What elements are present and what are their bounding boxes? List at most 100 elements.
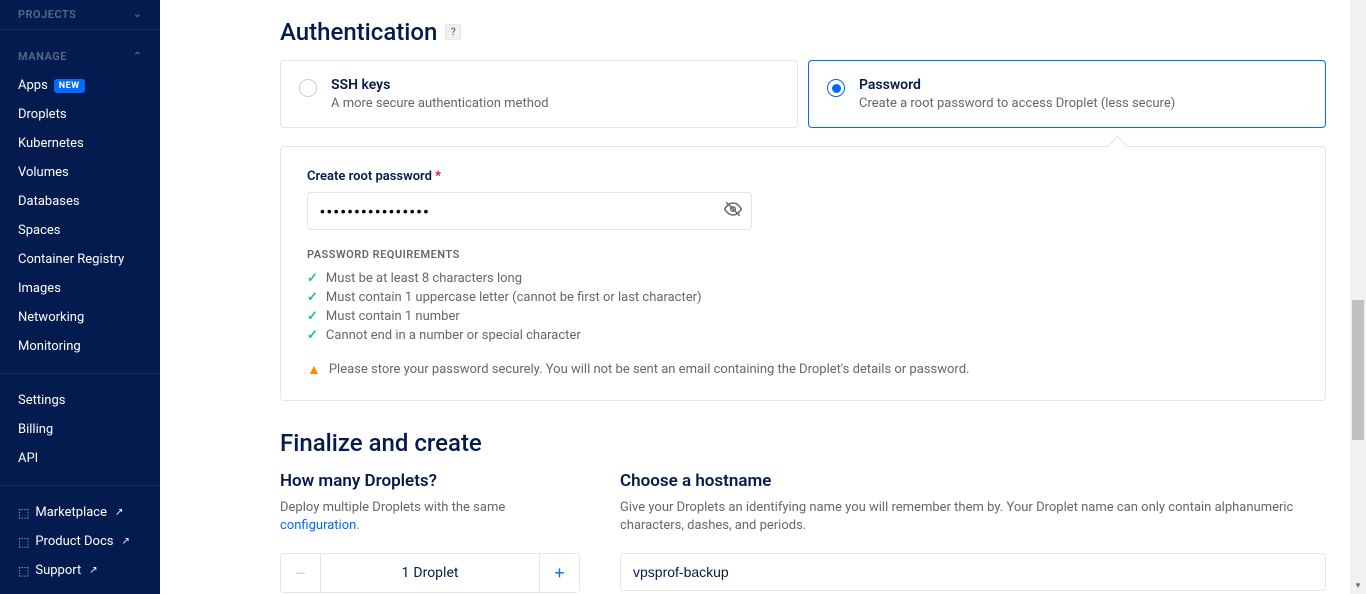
sidebar-item-label: Databases [18, 194, 80, 209]
hostname-column: Choose a hostname Give your Droplets an … [620, 471, 1326, 593]
sidebar-item-support[interactable]: ⬚ Support ↗ [0, 556, 160, 585]
password-input[interactable] [307, 192, 752, 230]
warning-icon: ▲ [307, 361, 321, 378]
finalize-row: How many Droplets? Deploy multiple Dropl… [280, 471, 1326, 593]
sidebar-item-databases[interactable]: Databases [0, 187, 160, 216]
sidebar-item-networking[interactable]: Networking [0, 303, 160, 332]
sidebar-item-label: Networking [18, 310, 84, 325]
authentication-title: Authentication ? [280, 18, 1326, 46]
sidebar-item-monitoring[interactable]: Monitoring [0, 332, 160, 361]
sidebar-item-billing[interactable]: Billing [0, 415, 160, 444]
new-badge: NEW [54, 79, 85, 93]
increment-button[interactable]: + [539, 554, 579, 592]
external-link-icon: ↗ [115, 507, 123, 518]
sidebar-projects-label: PROJECTS [18, 8, 76, 21]
required-asterisk: * [435, 169, 441, 184]
droplets-desc: Deploy multiple Droplets with the same c… [280, 499, 580, 535]
sidebar-item-settings[interactable]: Settings [0, 386, 160, 415]
sidebar-item-label: Kubernetes [18, 136, 84, 151]
sidebar-manage-header[interactable]: MANAGE ⌃ [0, 42, 160, 71]
sidebar-item-apps[interactable]: Apps NEW [0, 71, 160, 100]
sidebar: PROJECTS ⌄ MANAGE ⌃ Apps NEW Droplets Ku… [0, 0, 160, 594]
desc-text: Deploy multiple Droplets with the same [280, 500, 505, 515]
auth-options: SSH keys A more secure authentication me… [280, 60, 1326, 128]
check-icon: ✓ [307, 271, 318, 286]
auth-option-desc: A more secure authentication method [331, 96, 779, 111]
password-warning: ▲ Please store your password securely. Y… [307, 361, 1299, 378]
auth-option-password[interactable]: Password Create a root password to acces… [808, 60, 1326, 128]
password-label: Create root password * [307, 169, 1299, 184]
sidebar-item-label: Apps [18, 78, 48, 93]
requirement-item: ✓ Must be at least 8 characters long [307, 269, 1299, 288]
droplets-subtitle: How many Droplets? [280, 471, 580, 491]
requirement-item: ✓ Must contain 1 number [307, 307, 1299, 326]
auth-option-title: Password [859, 77, 1307, 93]
radio-icon [827, 79, 845, 97]
sidebar-item-droplets[interactable]: Droplets [0, 100, 160, 129]
sidebar-item-label: Marketplace [35, 505, 107, 520]
check-icon: ✓ [307, 290, 318, 305]
sidebar-item-container-registry[interactable]: Container Registry [0, 245, 160, 274]
password-input-wrap [307, 192, 752, 230]
requirements-list: ✓ Must be at least 8 characters long ✓ Mus… [307, 269, 1299, 345]
cube-icon: ⬚ [18, 506, 29, 520]
auth-option-desc: Create a root password to access Droplet… [859, 96, 1307, 111]
sidebar-item-label: Settings [18, 393, 65, 408]
count-number: 1 [402, 565, 410, 581]
help-icon[interactable]: ? [445, 24, 461, 40]
auth-option-ssh[interactable]: SSH keys A more secure authentication me… [280, 60, 798, 128]
external-link-icon: ↗ [89, 565, 97, 576]
hostname-input[interactable] [620, 553, 1326, 591]
hostname-desc: Give your Droplets an identifying name y… [620, 499, 1326, 535]
sidebar-item-label: Container Registry [18, 252, 124, 267]
droplet-count-display: 1 Droplet [321, 554, 539, 592]
configuration-link[interactable]: configuration [280, 518, 356, 533]
sidebar-item-api[interactable]: API [0, 444, 160, 473]
sidebar-item-volumes[interactable]: Volumes [0, 158, 160, 187]
docs-icon: ⬚ [18, 535, 29, 549]
droplet-count-stepper: − 1 Droplet + [280, 553, 580, 593]
password-panel: Create root password * PASSWORD REQUIREM… [280, 146, 1326, 401]
sidebar-item-label: Spaces [18, 223, 61, 238]
check-icon: ✓ [307, 309, 318, 324]
sidebar-item-label: Support [35, 563, 81, 578]
field-label-text: Create root password [307, 169, 432, 184]
warning-text: Please store your password securely. You… [329, 362, 970, 377]
decrement-button[interactable]: − [281, 554, 321, 592]
scrollbar-down-icon[interactable]: ▾ [1350, 578, 1366, 594]
toggle-visibility-icon[interactable] [724, 200, 742, 222]
check-icon: ✓ [307, 328, 318, 343]
sidebar-item-label: Droplets [18, 107, 67, 122]
droplet-count-column: How many Droplets? Deploy multiple Dropl… [280, 471, 580, 593]
requirements-title: PASSWORD REQUIREMENTS [307, 248, 1299, 261]
section-title-text: Finalize and create [280, 429, 482, 457]
support-icon: ⬚ [18, 564, 29, 578]
sidebar-item-kubernetes[interactable]: Kubernetes [0, 129, 160, 158]
sidebar-item-marketplace[interactable]: ⬚ Marketplace ↗ [0, 498, 160, 527]
section-title-text: Authentication [280, 18, 437, 46]
requirement-text: Must be at least 8 characters long [326, 271, 522, 286]
requirement-text: Must contain 1 uppercase letter (cannot … [326, 290, 702, 305]
sidebar-item-label: Billing [18, 422, 53, 437]
scrollbar-thumb[interactable] [1352, 300, 1364, 440]
scrollbar[interactable]: ▾ [1350, 0, 1366, 594]
sidebar-item-label: Monitoring [18, 339, 81, 354]
hostname-subtitle: Choose a hostname [620, 471, 1326, 491]
sidebar-manage-label: MANAGE [18, 50, 67, 63]
sidebar-item-label: Volumes [18, 165, 69, 180]
finalize-title: Finalize and create [280, 429, 1326, 457]
requirement-item: ✓Cannot end in a number or special chara… [307, 326, 1299, 345]
sidebar-projects-header[interactable]: PROJECTS ⌄ [0, 0, 160, 29]
sidebar-item-label: Product Docs [35, 534, 113, 549]
main-content: Authentication ? SSH keys A more secure … [160, 0, 1366, 594]
radio-icon [299, 79, 317, 97]
sidebar-item-product-docs[interactable]: ⬚ Product Docs ↗ [0, 527, 160, 556]
chevron-down-icon: ⌄ [133, 9, 142, 20]
count-unit: Droplet [413, 565, 458, 581]
desc-text: . [356, 518, 359, 533]
sidebar-item-images[interactable]: Images [0, 274, 160, 303]
sidebar-item-spaces[interactable]: Spaces [0, 216, 160, 245]
requirement-text: Must contain 1 number [326, 309, 460, 324]
auth-option-title: SSH keys [331, 77, 779, 93]
sidebar-item-label: Images [18, 281, 61, 296]
